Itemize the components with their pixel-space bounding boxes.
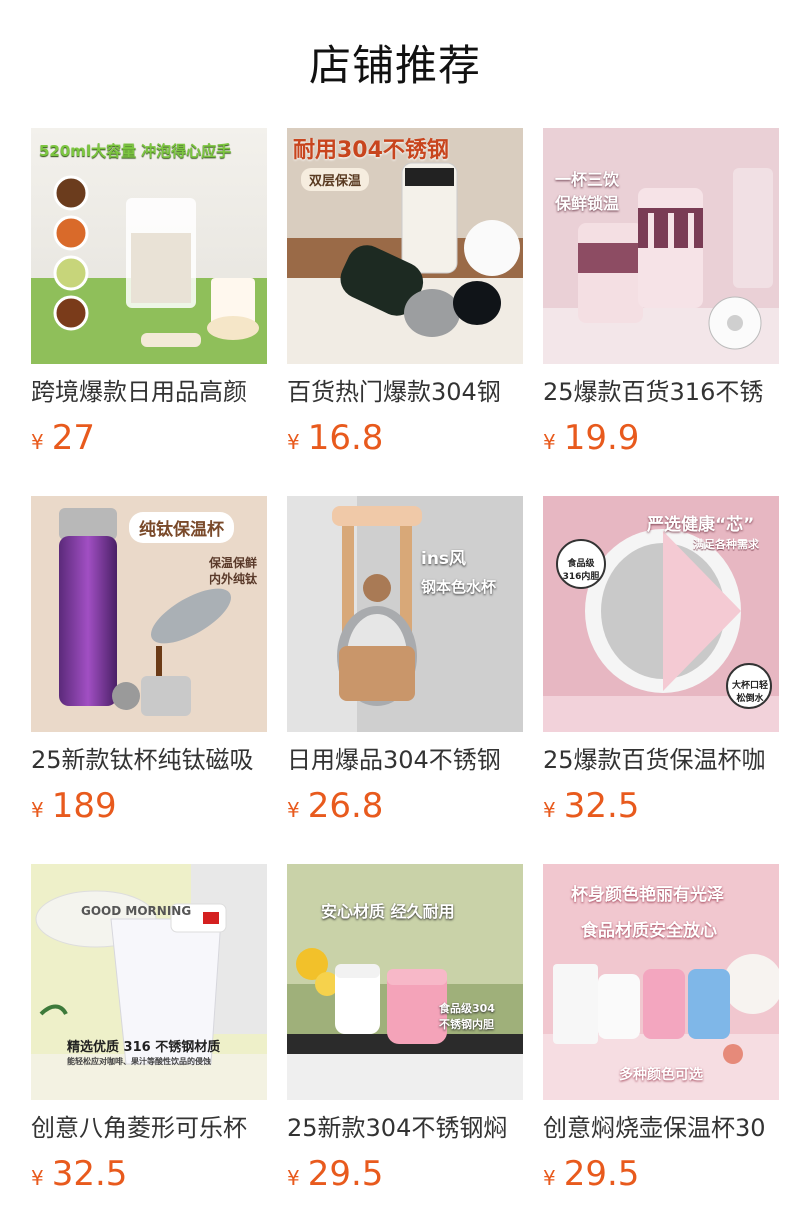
product-card[interactable]: GOOD MORNING 精选优质 316 不锈钢材质 能轻松应对咖啡、果汁等酸… — [31, 864, 267, 1204]
image-caption: 双层保温 — [301, 168, 370, 191]
product-image[interactable]: 纯钛保温杯 保温保鲜 内外纯钛 — [31, 496, 267, 732]
currency-symbol: ¥ — [287, 430, 300, 454]
image-caption: 多种颜色可选 — [619, 1067, 703, 1083]
product-price: ¥ 189 — [31, 786, 117, 826]
product-image[interactable]: 520ml大容量 冲泡得心应手 — [31, 128, 267, 364]
price-amount: 19.9 — [563, 418, 640, 458]
product-card[interactable]: 安心材质 经久耐用 食品级304 不锈钢内胆 25新款304不锈钢焖 ¥ 29.… — [287, 864, 523, 1204]
image-headline: 杯身颜色艳丽有光泽 — [571, 885, 724, 905]
product-name[interactable]: 25爆款百货316不锈 — [543, 376, 779, 408]
currency-symbol: ¥ — [543, 1166, 556, 1190]
image-headline: 纯钛保温杯 — [129, 512, 234, 543]
currency-symbol: ¥ — [31, 1166, 44, 1190]
image-headline: 严选健康“芯” — [647, 515, 755, 535]
image-caption: 保温保鲜 — [209, 556, 258, 570]
currency-symbol: ¥ — [287, 1166, 300, 1190]
product-price: ¥ 19.9 — [543, 418, 639, 458]
product-card[interactable]: 严选健康“芯” 满足各种需求 食品级316内胆 大杯口轻松倒水 25爆款百货保温… — [543, 496, 779, 836]
image-caption: 能轻松应对咖啡、果汁等酸性饮品的侵蚀 — [67, 1057, 211, 1066]
image-caption: GOOD MORNING — [81, 904, 192, 918]
product-price: ¥ 29.5 — [543, 1154, 639, 1194]
product-name[interactable]: 25新款钛杯纯钛磁吸 — [31, 744, 267, 776]
image-caption: 精选优质 316 不锈钢材质 — [67, 1040, 221, 1055]
price-amount: 27 — [51, 418, 95, 458]
image-caption: 一杯三饮 — [555, 170, 620, 189]
product-card[interactable]: 杯身颜色艳丽有光泽 食品材质安全放心 多种颜色可选 创意焖烧壶保温杯30 ¥ 2… — [543, 864, 779, 1204]
product-price: ¥ 26.8 — [287, 786, 383, 826]
section-title: 店铺推荐 — [308, 41, 481, 90]
currency-symbol: ¥ — [31, 798, 44, 822]
product-image[interactable]: 杯身颜色艳丽有光泽 食品材质安全放心 多种颜色可选 — [543, 864, 779, 1100]
currency-symbol: ¥ — [31, 430, 44, 454]
image-caption: 安心材质 经久耐用 — [321, 902, 455, 921]
image-caption: 满足各种需求 — [693, 538, 759, 551]
image-caption: 钢本色水杯 — [421, 578, 497, 596]
product-price: ¥ 27 — [31, 418, 95, 458]
store-recommend-page: 店铺推荐 520ml大容量 冲泡得心应手 跨境爆款日用品高颜 ¥ 27 耐用30… — [0, 0, 790, 1232]
price-amount: 32.5 — [51, 1154, 128, 1194]
product-name[interactable]: 创意八角菱形可乐杯 — [31, 1112, 267, 1144]
image-caption: 内外纯钛 — [209, 572, 258, 586]
product-name[interactable]: 25爆款百货保温杯咖 — [543, 744, 779, 776]
product-name[interactable]: 跨境爆款日用品高颜 — [31, 376, 267, 408]
price-amount: 32.5 — [563, 786, 640, 826]
product-card[interactable]: 一杯三饮 保鲜锁温 25爆款百货316不锈 ¥ 19.9 — [543, 128, 779, 468]
product-card[interactable]: 耐用304不锈钢 双层保温 百货热门爆款304钢 ¥ 16.8 — [287, 128, 523, 468]
product-image[interactable]: 一杯三饮 保鲜锁温 — [543, 128, 779, 364]
product-image[interactable]: ins风 钢本色水杯 — [287, 496, 523, 732]
image-caption: 大杯口轻松倒水 — [731, 681, 768, 704]
product-card[interactable]: 520ml大容量 冲泡得心应手 跨境爆款日用品高颜 ¥ 27 — [31, 128, 267, 468]
image-caption: 食品级304 — [439, 1002, 495, 1015]
product-price: ¥ 32.5 — [543, 786, 639, 826]
product-name[interactable]: 百货热门爆款304钢 — [287, 376, 523, 408]
product-price: ¥ 16.8 — [287, 418, 383, 458]
image-headline: 耐用304不锈钢 — [293, 138, 449, 163]
price-amount: 189 — [51, 786, 117, 826]
image-caption: 食品级316内胆 — [562, 559, 600, 582]
currency-symbol: ¥ — [543, 430, 556, 454]
currency-symbol: ¥ — [543, 798, 556, 822]
product-price: ¥ 32.5 — [31, 1154, 127, 1194]
image-caption: ins风 — [421, 549, 467, 569]
product-image[interactable]: 安心材质 经久耐用 食品级304 不锈钢内胆 — [287, 864, 523, 1100]
image-caption: 520ml大容量 冲泡得心应手 — [39, 142, 232, 160]
price-amount: 29.5 — [307, 1154, 384, 1194]
currency-symbol: ¥ — [287, 798, 300, 822]
product-card[interactable]: 纯钛保温杯 保温保鲜 内外纯钛 25新款钛杯纯钛磁吸 ¥ 189 — [31, 496, 267, 836]
image-caption: 不锈钢内胆 — [439, 1018, 494, 1031]
product-image[interactable]: GOOD MORNING 精选优质 316 不锈钢材质 能轻松应对咖啡、果汁等酸… — [31, 864, 267, 1100]
product-name[interactable]: 25新款304不锈钢焖 — [287, 1112, 523, 1144]
image-caption: 食品材质安全放心 — [581, 921, 717, 941]
price-amount: 26.8 — [307, 786, 384, 826]
product-image[interactable]: 严选健康“芯” 满足各种需求 食品级316内胆 大杯口轻松倒水 — [543, 496, 779, 732]
product-image[interactable]: 耐用304不锈钢 双层保温 — [287, 128, 523, 364]
image-caption: 保鲜锁温 — [555, 194, 620, 213]
product-name[interactable]: 创意焖烧壶保温杯30 — [543, 1112, 779, 1144]
product-price: ¥ 29.5 — [287, 1154, 383, 1194]
product-name[interactable]: 日用爆品304不锈钢 — [287, 744, 523, 776]
product-card[interactable]: ins风 钢本色水杯 日用爆品304不锈钢 ¥ 26.8 — [287, 496, 523, 836]
price-amount: 16.8 — [307, 418, 384, 458]
price-amount: 29.5 — [563, 1154, 640, 1194]
